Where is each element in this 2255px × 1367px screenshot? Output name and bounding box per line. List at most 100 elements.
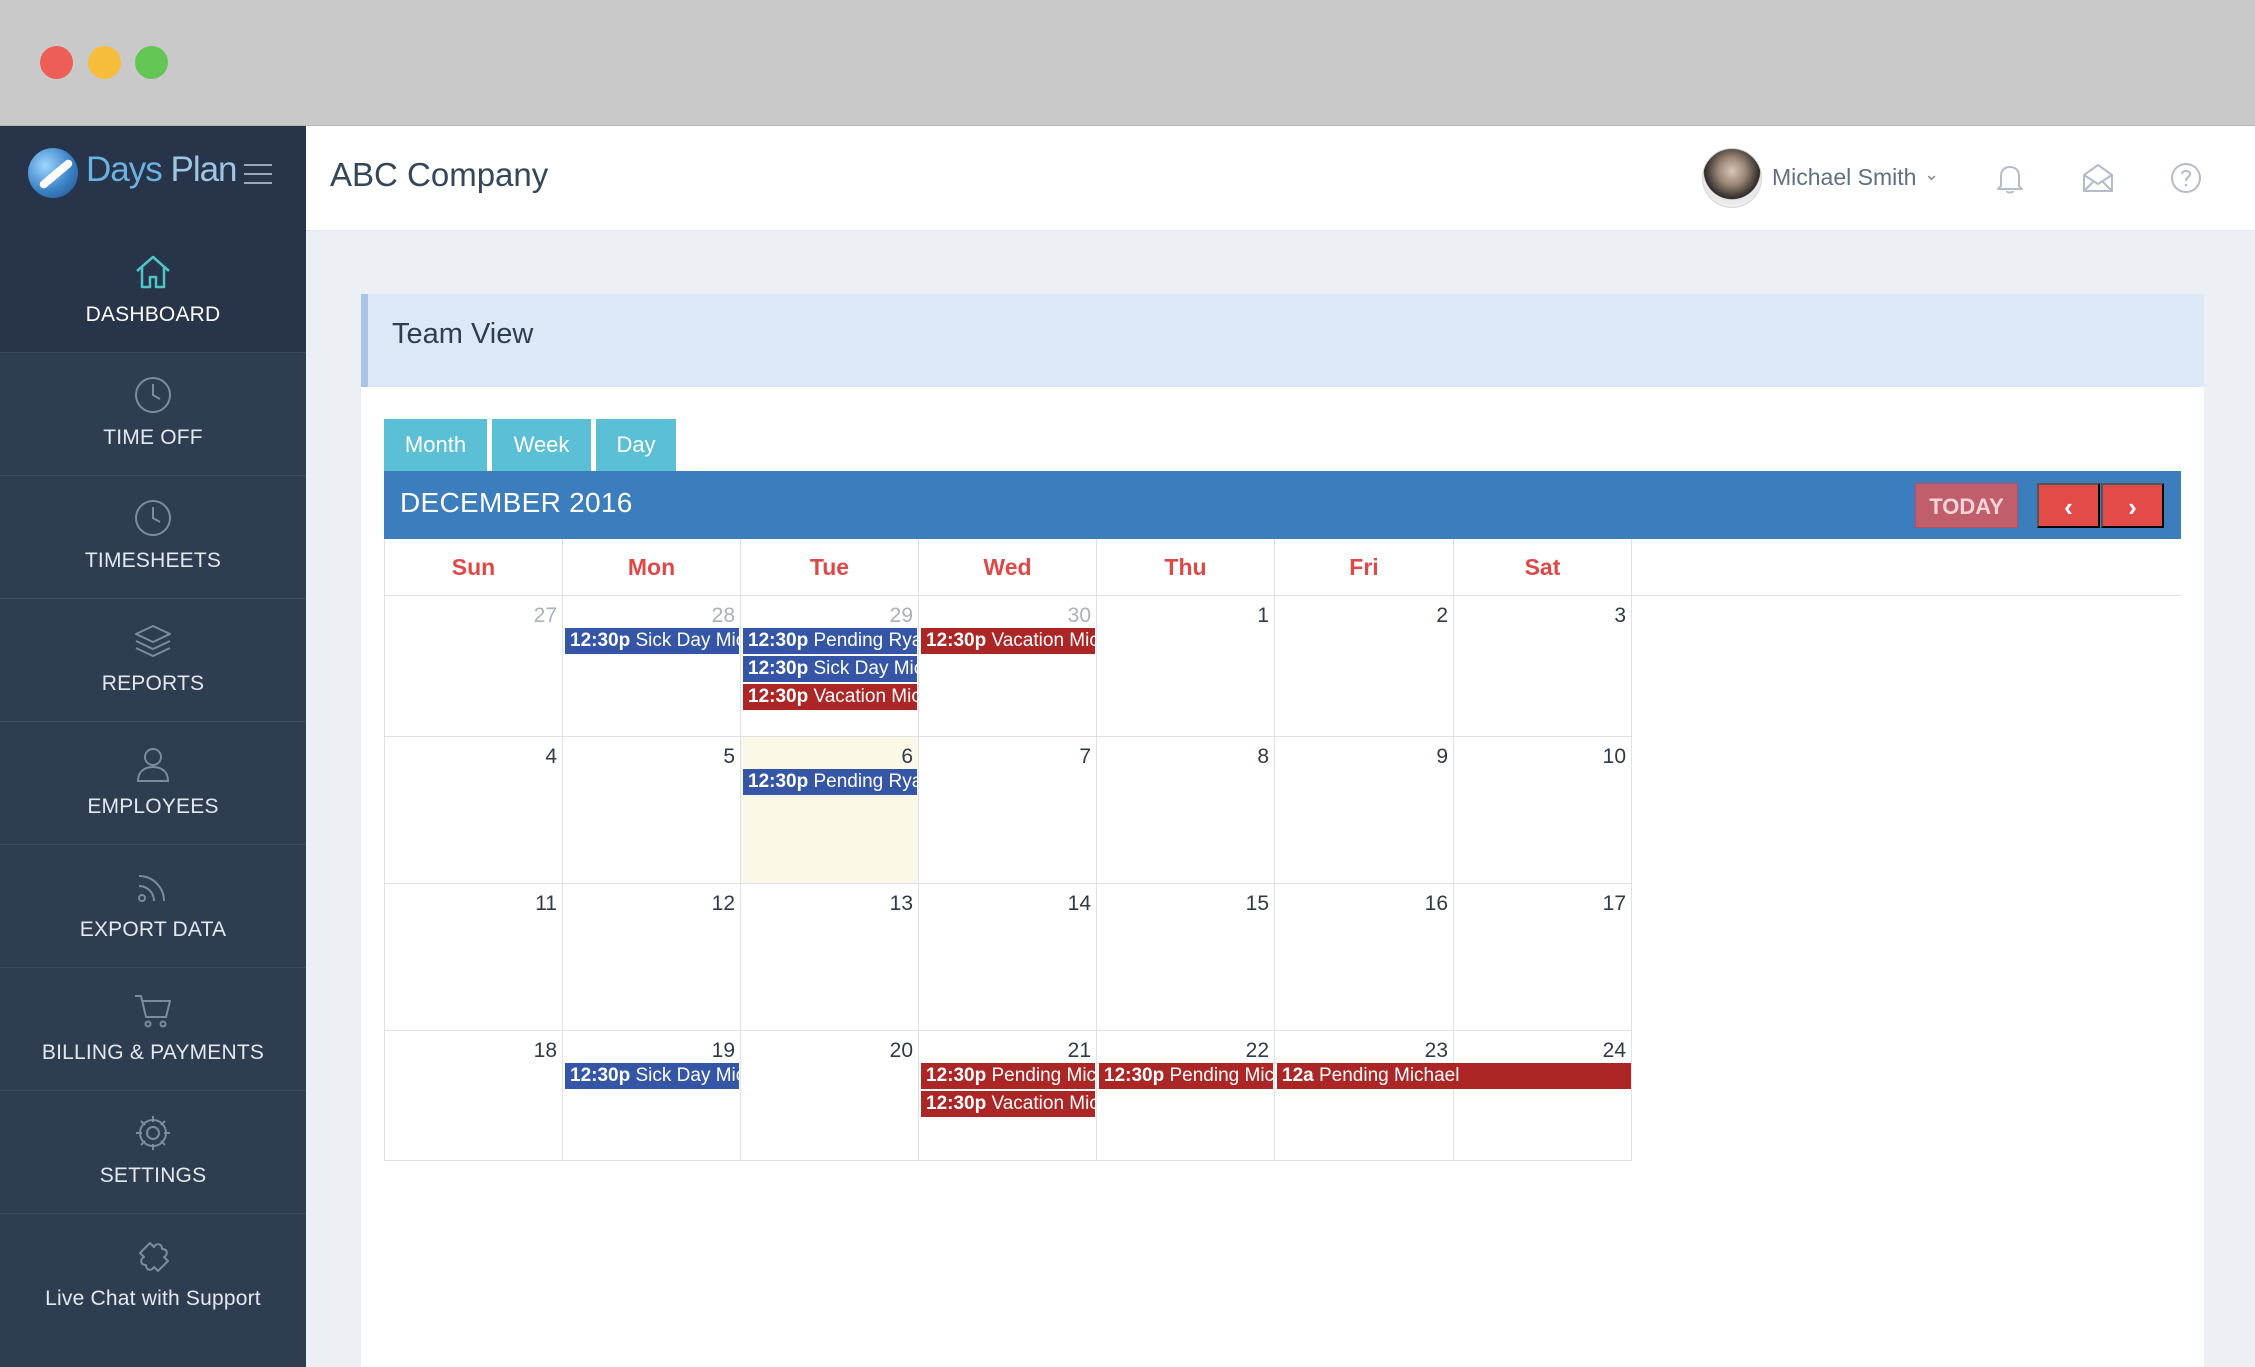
calendar-event[interactable]: 12:30p Pending Ryan [743, 628, 917, 654]
event-time: 12:30p [570, 630, 631, 651]
day-cell[interactable]: 1 [1096, 596, 1274, 737]
day-number: 18 [533, 1039, 557, 1062]
day-cell[interactable]: 9 [1274, 737, 1453, 884]
day-cell[interactable]: 14 [918, 884, 1096, 1031]
day-cell[interactable]: 18 [384, 1031, 562, 1161]
chevron-down-icon[interactable]: ⌄ [1924, 164, 1939, 185]
maximize-window-button[interactable] [135, 46, 168, 79]
app-window: Days Plan DASHBOARD TIME OFF TIMESHEETS … [0, 0, 2255, 1367]
minimize-window-button[interactable] [88, 46, 121, 79]
day-number: 2 [1436, 604, 1448, 627]
day-cell[interactable]: 23 [1274, 1031, 1453, 1161]
logo-icon [28, 148, 78, 198]
day-cell[interactable]: 30 [918, 596, 1096, 737]
weekday-label: Sun [384, 539, 562, 596]
day-cell[interactable]: 24 [1453, 1031, 1632, 1161]
weekday-label: Wed [918, 539, 1096, 596]
day-number: 8 [1257, 745, 1269, 768]
avatar[interactable] [1702, 148, 1762, 208]
day-cell[interactable]: 13 [740, 884, 918, 1031]
day-number: 10 [1602, 745, 1626, 768]
sidebar-item-settings[interactable]: SETTINGS [0, 1092, 306, 1214]
day-number: 1 [1257, 604, 1269, 627]
day-cell[interactable]: 6 [740, 737, 918, 884]
day-number: 6 [901, 745, 913, 768]
bell-icon[interactable] [1992, 160, 2028, 196]
clock-icon [135, 377, 171, 413]
brand-name: Days Plan [86, 150, 238, 190]
day-cell[interactable]: 20 [740, 1031, 918, 1161]
user-name[interactable]: Michael Smith [1772, 164, 1916, 191]
menu-toggle-icon[interactable] [244, 164, 272, 186]
day-cell[interactable]: 10 [1453, 737, 1632, 884]
sidebar-item-live-chat[interactable]: Live Chat with Support [0, 1215, 306, 1337]
event-time: 12:30p [748, 630, 809, 651]
event-time: 12:30p [926, 1065, 987, 1086]
view-day-button[interactable]: Day [596, 419, 676, 471]
day-cell[interactable]: 17 [1453, 884, 1632, 1031]
calendar-event[interactable]: 12:30p Vacation Michael [921, 1091, 1095, 1117]
sidebar-item-label: TIME OFF [103, 426, 203, 449]
event-title: Vacation Michael [991, 630, 1095, 651]
sidebar-item-billing[interactable]: BILLING & PAYMENTS [0, 969, 306, 1091]
calendar-event[interactable]: 12:30p Pending Michael [921, 1063, 1095, 1089]
top-bar: ABC Company Michael Smith ⌄ [306, 126, 2255, 231]
calendar-event[interactable]: 12:30p Pending Ryan [743, 769, 917, 795]
day-cell[interactable]: 12 [562, 884, 740, 1031]
day-number: 28 [711, 604, 735, 627]
weekday-label: Sat [1453, 539, 1632, 596]
day-cell[interactable]: 4 [384, 737, 562, 884]
day-number: 4 [545, 745, 557, 768]
puzzle-icon [139, 1242, 169, 1272]
calendar-event[interactable]: 12:30p Sick Day Michael [743, 656, 917, 682]
day-number: 14 [1067, 892, 1091, 915]
prev-month-button[interactable]: ‹ [2037, 483, 2100, 528]
event-title: Pending Michael [1313, 1065, 1460, 1086]
day-cell[interactable]: 22 [1096, 1031, 1274, 1161]
sidebar: Days Plan DASHBOARD TIME OFF TIMESHEETS … [0, 126, 306, 1367]
calendar-event[interactable]: 12:30p Vacation Michael [921, 628, 1095, 654]
event-title: Sick Day Michael [813, 658, 917, 679]
calendar-event[interactable]: 12:30p Sick Day Michael [565, 1063, 739, 1089]
sidebar-item-time-off[interactable]: TIME OFF [0, 354, 306, 476]
sidebar-item-reports[interactable]: REPORTS [0, 600, 306, 722]
day-number: 15 [1245, 892, 1269, 915]
view-month-button[interactable]: Month [384, 419, 487, 471]
day-cell[interactable]: 11 [384, 884, 562, 1031]
day-cell[interactable]: 19 [562, 1031, 740, 1161]
day-number: 22 [1245, 1039, 1269, 1062]
sidebar-item-dashboard[interactable]: DASHBOARD [0, 231, 306, 353]
day-cell[interactable]: 27 [384, 596, 562, 737]
brand-name-part1: Days [86, 150, 163, 189]
sidebar-item-export-data[interactable]: EXPORT DATA [0, 846, 306, 968]
calendar-event[interactable]: 12a Pending Michael [1277, 1063, 1631, 1089]
day-number: 30 [1067, 604, 1091, 627]
day-number: 13 [889, 892, 913, 915]
today-button[interactable]: TODAY [1915, 483, 2018, 528]
day-cell[interactable]: 7 [918, 737, 1096, 884]
weekday-label: Mon [562, 539, 740, 596]
calendar-event[interactable]: 12:30p Sick Day Michael [565, 628, 739, 654]
day-cell[interactable]: 15 [1096, 884, 1274, 1031]
day-cell[interactable]: 3 [1453, 596, 1632, 737]
day-cell[interactable]: 16 [1274, 884, 1453, 1031]
view-week-button[interactable]: Week [492, 419, 591, 471]
gear-icon [136, 1116, 170, 1150]
mail-icon[interactable] [2080, 160, 2116, 196]
calendar-event[interactable]: 12:30p Vacation Michael [743, 684, 917, 710]
day-cell[interactable]: 8 [1096, 737, 1274, 884]
close-window-button[interactable] [40, 46, 73, 79]
sidebar-item-employees[interactable]: EMPLOYEES [0, 723, 306, 845]
event-time: 12:30p [748, 771, 809, 792]
day-number: 24 [1602, 1039, 1626, 1062]
help-icon[interactable] [2168, 160, 2204, 196]
day-cell[interactable]: 28 [562, 596, 740, 737]
day-cell[interactable]: 2 [1274, 596, 1453, 737]
day-number: 17 [1602, 892, 1626, 915]
calendar-event[interactable]: 12:30p Pending Michael [1099, 1063, 1273, 1089]
next-month-button[interactable]: › [2101, 483, 2164, 528]
sidebar-item-timesheets[interactable]: TIMESHEETS [0, 477, 306, 599]
day-cell[interactable]: 5 [562, 737, 740, 884]
brand-name-part2: Plan [161, 150, 237, 189]
day-number: 5 [723, 745, 735, 768]
